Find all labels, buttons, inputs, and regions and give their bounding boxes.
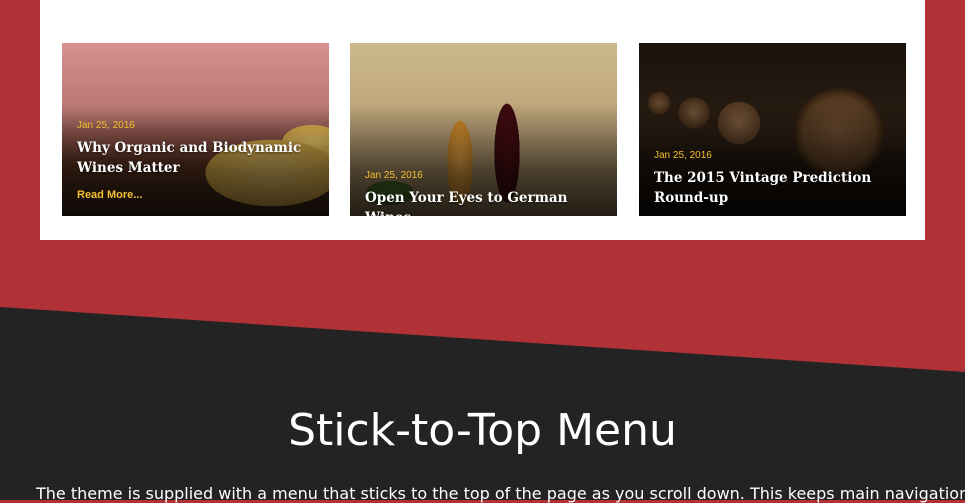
blog-card-german-wines[interactable]: Jan 25, 2016 Open Your Eyes to German Wi… [350,43,617,216]
post-title[interactable]: The 2015 Vintage Prediction Round-up [654,168,894,208]
post-title[interactable]: Why Organic and Biodynamic Wines Matter [77,138,317,178]
blog-card-vintage-prediction[interactable]: Jan 25, 2016 The 2015 Vintage Prediction… [639,43,906,216]
section-title: Stick-to-Top Menu [288,405,677,456]
post-date: Jan 25, 2016 [77,120,135,131]
section-description: The theme is supplied with a menu that s… [36,484,965,503]
read-more-link[interactable]: Read More... [77,189,142,201]
blog-card-organic-wines[interactable]: Jan 25, 2016 Why Organic and Biodynamic … [62,43,329,216]
post-date: Jan 25, 2016 [365,170,423,181]
post-title[interactable]: Open Your Eyes to German Wines [365,188,605,216]
post-date: Jan 25, 2016 [654,150,712,161]
